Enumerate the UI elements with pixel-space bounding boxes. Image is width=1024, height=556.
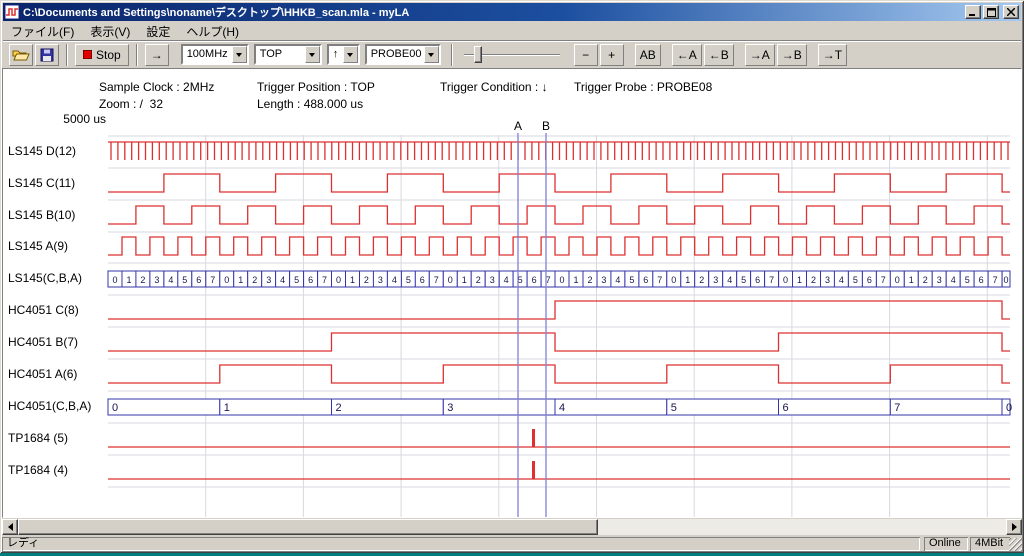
menu-file[interactable]: ファイル(F): [3, 21, 82, 42]
stop-button[interactable]: Stop: [75, 44, 129, 66]
titlebar[interactable]: C:\Documents and Settings\noname\デスクトップ\…: [3, 3, 1021, 21]
status-online-badge: Online: [924, 537, 968, 551]
goto-b-right-button[interactable]: →B: [777, 44, 807, 66]
status-ready-text: レディ: [2, 537, 920, 551]
waveform-view-background: [2, 68, 1022, 518]
app-icon: [5, 5, 19, 19]
trigger-edge-select[interactable]: ↑: [327, 44, 360, 65]
toolbar-separator: [66, 44, 68, 66]
sample-rate-value: 100MHz: [183, 46, 232, 63]
goto-a-left-button[interactable]: ←A: [672, 44, 702, 66]
menu-help[interactable]: ヘルプ(H): [178, 21, 247, 42]
status-memory-badge: 4MBit: [970, 537, 1010, 551]
menubar: ファイル(F) 表示(V) 設定 ヘルプ(H): [3, 22, 1021, 40]
arrow-left-icon: [4, 523, 13, 531]
trigger-probe-select[interactable]: PROBE00: [365, 44, 441, 65]
close-button[interactable]: [1003, 5, 1019, 19]
horizontal-scrollbar[interactable]: [2, 519, 1022, 535]
zoom-out-button[interactable]: −: [574, 44, 598, 66]
sample-rate-select[interactable]: 100MHz: [181, 44, 249, 65]
goto-b-left-button[interactable]: ←B: [704, 44, 734, 66]
scroll-right-button[interactable]: [1006, 519, 1022, 535]
toolbar: Stop → 100MHz TOP ↑ PROBE00 − + AB ←A: [3, 40, 1021, 68]
maximize-icon: [987, 8, 996, 17]
maximize-button[interactable]: [983, 5, 999, 19]
save-floppy-icon: [40, 48, 54, 62]
window-title: C:\Documents and Settings\noname\デスクトップ\…: [23, 4, 963, 20]
cursor-ab-button[interactable]: AB: [635, 44, 661, 66]
chevron-down-icon[interactable]: [305, 46, 320, 63]
toolbar-separator: [136, 44, 138, 66]
close-icon: [1007, 8, 1015, 16]
chevron-down-icon[interactable]: [424, 46, 439, 63]
open-folder-icon: [12, 48, 30, 62]
slider-thumb[interactable]: [474, 46, 482, 63]
scrollbar-thumb[interactable]: [18, 519, 598, 535]
trigger-position-value: TOP: [256, 46, 305, 63]
app-window: C:\Documents and Settings\noname\デスクトップ\…: [0, 0, 1024, 553]
stop-label: Stop: [96, 48, 121, 62]
trigger-probe-value: PROBE00: [367, 46, 424, 63]
stop-icon: [83, 50, 92, 59]
scroll-left-button[interactable]: [2, 519, 18, 535]
minimize-button[interactable]: [965, 5, 981, 19]
run-arrow-label: →: [151, 48, 163, 62]
position-slider[interactable]: [462, 44, 562, 66]
save-button[interactable]: [35, 44, 59, 66]
open-button[interactable]: [9, 44, 33, 66]
resize-grip[interactable]: [1009, 538, 1022, 551]
trigger-position-select[interactable]: TOP: [254, 44, 322, 65]
arrow-right-icon: [1012, 523, 1021, 531]
minimize-icon: [969, 8, 977, 16]
run-button[interactable]: →: [145, 44, 169, 66]
menu-view[interactable]: 表示(V): [82, 21, 138, 42]
zoom-in-button[interactable]: +: [600, 44, 624, 66]
chevron-down-icon[interactable]: [232, 46, 247, 63]
chevron-down-icon[interactable]: [343, 46, 358, 63]
trigger-edge-value: ↑: [329, 46, 343, 63]
toolbar-separator: [451, 44, 453, 66]
goto-trigger-button[interactable]: →T: [818, 44, 847, 66]
menu-settings[interactable]: 設定: [138, 21, 178, 42]
goto-a-right-button[interactable]: →A: [745, 44, 775, 66]
statusbar: レディ Online 4MBit: [2, 537, 1022, 551]
